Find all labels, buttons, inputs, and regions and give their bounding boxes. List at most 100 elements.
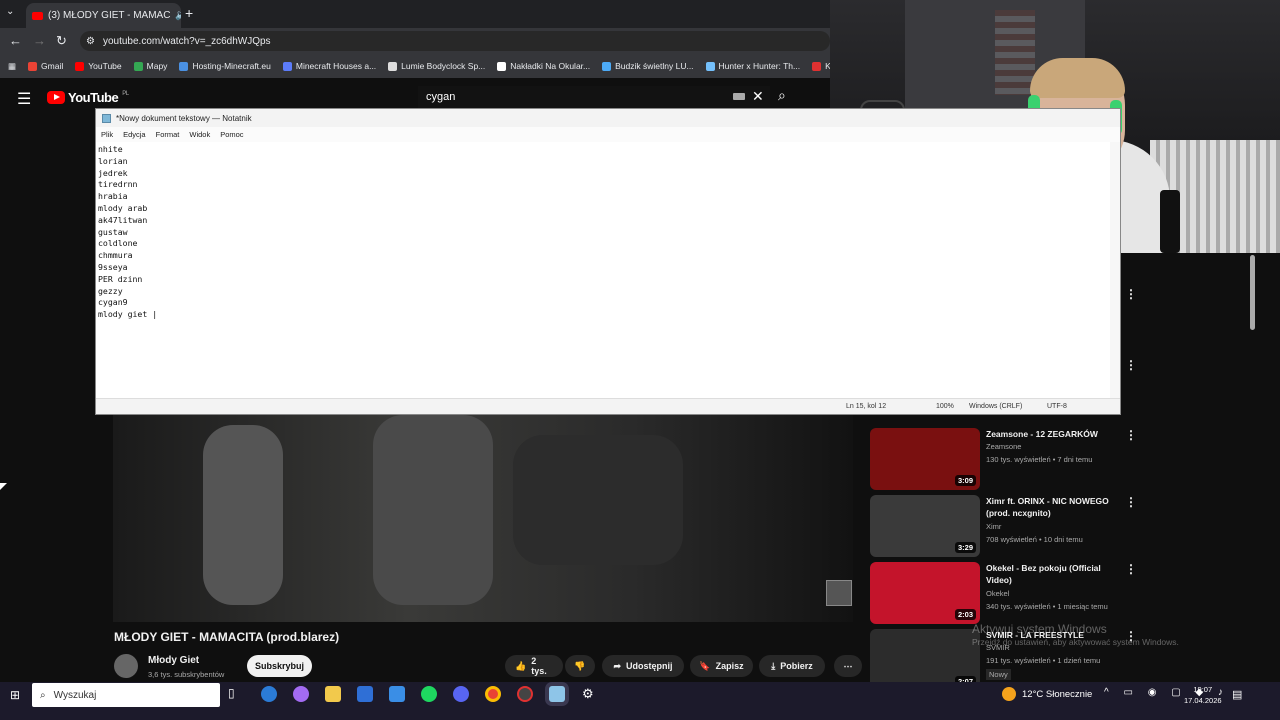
- share-icon: ➦: [613, 660, 622, 671]
- recommended-meta: 130 tys. wyświetleń • 7 dni temu: [986, 455, 1093, 464]
- video-figure-shape: [513, 435, 683, 565]
- file-explorer-icon[interactable]: [325, 686, 341, 702]
- like-count: 2 tys.: [531, 656, 547, 676]
- keyboard-icon[interactable]: [733, 93, 745, 100]
- recommended-video-title[interactable]: Okekel - Bez pokoju (Official Video): [986, 562, 1126, 586]
- bookmark-item[interactable]: Budzik świetlny LU...: [602, 61, 694, 71]
- more-options-icon[interactable]: ⋮: [1125, 495, 1137, 509]
- notepad-menu-item[interactable]: Pomoc: [220, 130, 243, 139]
- webcam-microphone: [1160, 190, 1180, 253]
- bookmark-item[interactable]: Mapy: [133, 61, 167, 71]
- video-duration: 3:09: [954, 475, 976, 486]
- bookmark-item[interactable]: Lumie Bodyclock Sp...: [388, 61, 485, 71]
- bookmark-item[interactable]: Hosting-Minecraft.eu: [179, 61, 271, 71]
- mail-icon[interactable]: [389, 686, 405, 702]
- recommended-video-title[interactable]: Zeamsone - 12 ZEGARKÓW: [986, 428, 1126, 440]
- recommended-video-title[interactable]: Ximr ft. ORINX - NIC NOWEGO (prod. ncxgn…: [986, 495, 1126, 519]
- more-horizontal-icon: ⋯: [843, 660, 853, 671]
- video-player[interactable]: [113, 415, 853, 622]
- notepad-menu-item[interactable]: Widok: [189, 130, 210, 139]
- recommended-channel[interactable]: Okekel: [986, 589, 1009, 598]
- notepad-scrollbar[interactable]: [1110, 142, 1120, 399]
- tab-search-icon[interactable]: ⌄: [6, 6, 14, 17]
- weather-text: 12°C Słonecznie: [1022, 688, 1093, 700]
- save-button[interactable]: 🔖 Zapisz: [690, 655, 753, 677]
- recommended-video[interactable]: 3:09 Zeamsone - 12 ZEGARKÓW Zeamsone 130 ty…: [870, 428, 1137, 490]
- forward-icon[interactable]: →: [33, 33, 46, 48]
- page-scrollbar[interactable]: [1250, 255, 1255, 330]
- recommended-channel[interactable]: Zeamsone: [986, 442, 1021, 451]
- url-field[interactable]: ⚙ youtube.com/watch?v=_zc6dhWJQps: [80, 31, 830, 51]
- video-thumbnail[interactable]: 3:09: [870, 428, 980, 490]
- browser-tab[interactable]: (3) MŁODY GIET - MAMAC 🔈 ✕: [26, 3, 181, 28]
- status-zoom: 100%: [936, 403, 954, 410]
- notepad-menu-item[interactable]: Edycja: [123, 130, 146, 139]
- apps-icon[interactable]: ▦: [8, 61, 16, 72]
- bookmark-favicon-icon: [75, 61, 85, 71]
- bookmark-item[interactable]: Hunter x Hunter: Th...: [705, 61, 800, 71]
- channel-avatar[interactable]: [114, 654, 138, 678]
- notepad-menu-item[interactable]: Plik: [101, 130, 113, 139]
- more-options-icon[interactable]: ⋮: [1125, 358, 1137, 372]
- notepad-text-area[interactable]: nhite lorian jedrek tiredrnn hrabia mlod…: [96, 142, 1120, 397]
- reload-icon[interactable]: ↻: [56, 33, 67, 49]
- spotify-icon[interactable]: [421, 686, 437, 702]
- bookmark-favicon-icon: [282, 61, 292, 71]
- like-button[interactable]: 👍 2 tys.: [505, 655, 563, 677]
- recommended-meta: 708 wyświetleń • 10 dni temu: [986, 535, 1083, 544]
- notepad-menu-item[interactable]: Format: [156, 130, 180, 139]
- bookmark-item[interactable]: Kick VOD: [812, 61, 830, 71]
- clear-search-icon[interactable]: ✕: [752, 88, 764, 105]
- video-thumbnail[interactable]: 3:29: [870, 495, 980, 557]
- video-thumbnail[interactable]: 2:03: [870, 562, 980, 624]
- recommended-channel[interactable]: Ximr: [986, 522, 1001, 531]
- weather-widget[interactable]: 12°C Słonecznie: [1002, 687, 1092, 701]
- windows-start-icon[interactable]: ⊞: [10, 688, 20, 702]
- bookmark-item[interactable]: YouTube: [75, 61, 122, 71]
- youtube-logo[interactable]: YouTube PL: [47, 90, 129, 105]
- notepad-window[interactable]: *Nowy dokument tekstowy — Notatnik Plik E…: [95, 108, 1121, 415]
- discord-icon[interactable]: [453, 686, 469, 702]
- copilot-icon[interactable]: [293, 686, 309, 702]
- taskbar-clock[interactable]: 19:07 17.04.2026: [1184, 684, 1222, 706]
- settings-icon[interactable]: ⚙: [582, 686, 598, 702]
- audio-icon[interactable]: 🔈: [175, 10, 181, 21]
- sun-icon: [1002, 687, 1016, 701]
- task-view-icon[interactable]: ▯: [228, 686, 244, 702]
- more-actions-button[interactable]: ⋯: [834, 655, 862, 677]
- chrome-icon[interactable]: [485, 686, 501, 702]
- more-options-icon[interactable]: ⋮: [1125, 562, 1137, 576]
- bookmark-item[interactable]: Nakładki Na Okular...: [497, 61, 590, 71]
- store-icon[interactable]: [357, 686, 373, 702]
- dislike-button[interactable]: 👎: [565, 655, 595, 677]
- share-button[interactable]: ➦ Udostępnij: [602, 655, 684, 677]
- download-button[interactable]: ⤓ Pobierz: [759, 655, 825, 677]
- bookmark-favicon-icon: [179, 61, 189, 71]
- more-options-icon[interactable]: ⋮: [1125, 287, 1137, 301]
- taskbar-search-box[interactable]: ⌕ Wyszukaj: [32, 683, 220, 707]
- bookmark-item[interactable]: Gmail: [28, 61, 63, 71]
- obs-icon[interactable]: [517, 686, 533, 702]
- back-icon[interactable]: ←: [9, 33, 22, 48]
- channel-name[interactable]: Młody Giet: [148, 655, 199, 666]
- new-tab-button[interactable]: +: [185, 5, 193, 21]
- notepad-titlebar[interactable]: *Nowy dokument tekstowy — Notatnik: [96, 109, 1120, 127]
- edge-icon[interactable]: [261, 686, 277, 702]
- new-badge: Nowy: [986, 669, 1011, 680]
- recommended-video[interactable]: 2:03 Okekel - Bez pokoju (Official Video)…: [870, 562, 1137, 624]
- thumbs-up-icon: 👍: [515, 660, 527, 671]
- video-end-card-thumbnail[interactable]: [826, 580, 852, 606]
- youtube-favicon-icon: [32, 11, 43, 20]
- save-label: Zapisz: [715, 661, 744, 671]
- share-label: Udostępnij: [626, 661, 673, 671]
- menu-icon[interactable]: ☰: [17, 89, 31, 109]
- site-info-icon[interactable]: ⚙: [86, 36, 95, 47]
- more-options-icon[interactable]: ⋮: [1125, 428, 1137, 442]
- bookmark-item[interactable]: Minecraft Houses a...: [282, 61, 376, 71]
- search-input[interactable]: cygan: [418, 86, 770, 108]
- recommended-video[interactable]: 3:29 Ximr ft. ORINX - NIC NOWEGO (prod. n…: [870, 495, 1137, 557]
- search-icon[interactable]: ⌕: [778, 87, 786, 104]
- subscribe-button[interactable]: Subskrybuj: [247, 655, 312, 677]
- notepad-taskbar-icon[interactable]: [549, 686, 565, 702]
- notification-icon[interactable]: ▤: [1232, 688, 1242, 701]
